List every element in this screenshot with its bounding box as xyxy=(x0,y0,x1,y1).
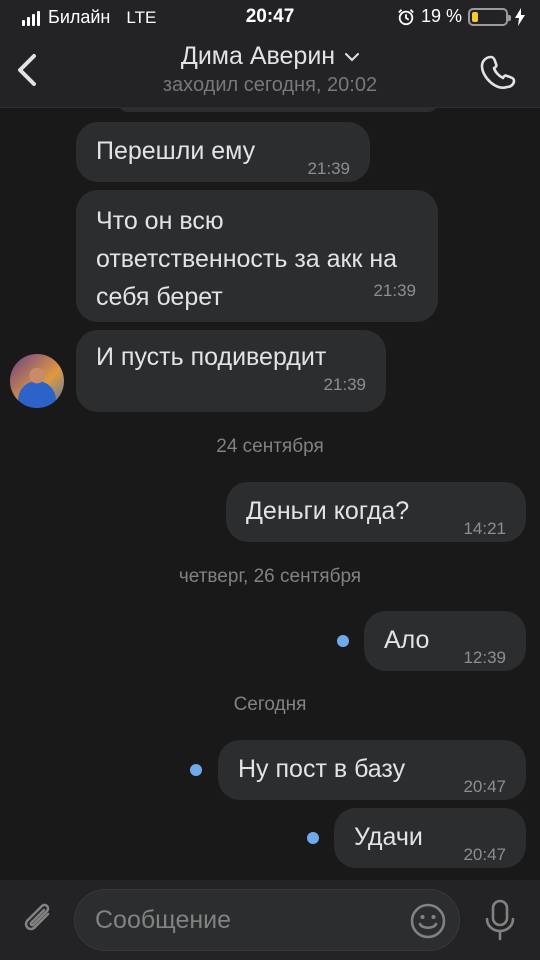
unread-indicator xyxy=(307,832,319,844)
message-bubble[interactable]: Перешли ему 21:39 xyxy=(76,122,370,182)
charging-icon xyxy=(515,7,525,26)
message-input[interactable] xyxy=(95,900,395,940)
message-bubble[interactable]: Удачи 20:47 xyxy=(334,808,526,868)
status-bar: Билайн LTE 20:47 19 % xyxy=(0,0,540,36)
chat-title[interactable]: Дима Аверин xyxy=(180,42,360,71)
avatar[interactable] xyxy=(10,354,64,408)
message-bubble[interactable]: Деньги когда? 14:21 xyxy=(226,482,526,542)
message-text: Перешли ему xyxy=(96,137,256,165)
message-time: 20:47 xyxy=(463,777,506,796)
date-separator: 24 сентября xyxy=(216,436,324,457)
message-text: Что он всю ответственность за акк на себ… xyxy=(96,207,398,311)
date-separator: Сегодня xyxy=(233,694,307,715)
message-bubble[interactable]: Что он всю ответственность за акк на себ… xyxy=(76,190,438,322)
message-bubble[interactable]: И пусть подивердит 21:39 xyxy=(76,330,386,412)
message-field[interactable] xyxy=(74,889,460,951)
message-bubble[interactable]: Ало 12:39 xyxy=(364,611,526,671)
message-time: 20:47 xyxy=(463,845,506,864)
phone-icon[interactable] xyxy=(480,52,520,92)
battery-percent: 19 % xyxy=(420,6,462,26)
message-time: 14:21 xyxy=(463,519,506,538)
message-text: Ну пост в базу xyxy=(238,755,406,783)
date-separator: четверг, 26 сентября xyxy=(178,566,362,587)
contact-name: Дима Аверин xyxy=(180,42,336,70)
message-bubble[interactable]: Ну пост в базу 20:47 xyxy=(218,740,526,800)
message-time: 21:39 xyxy=(323,375,366,394)
message-text: Деньги когда? xyxy=(246,497,410,525)
battery-icon xyxy=(468,7,511,26)
chat-title-area[interactable]: Дима Аверин заходил сегодня, 20:02 xyxy=(0,42,540,97)
alarm-icon xyxy=(398,8,414,25)
message-text: И пусть подивердит xyxy=(96,343,327,371)
unread-indicator xyxy=(190,764,202,776)
message-bubble-partial xyxy=(118,108,438,112)
last-seen: заходил сегодня, 20:02 xyxy=(162,74,378,96)
battery-level xyxy=(472,11,478,22)
message-text: Ало xyxy=(384,626,430,654)
message-list[interactable]: Перешли ему 21:39 Что он всю ответственн… xyxy=(0,108,540,880)
unread-indicator xyxy=(337,635,349,647)
message-time: 12:39 xyxy=(463,648,506,667)
chat-header: Дима Аверин заходил сегодня, 20:02 xyxy=(0,36,540,108)
chevron-down-icon xyxy=(345,52,360,61)
message-time: 21:39 xyxy=(307,159,350,178)
attach-icon[interactable] xyxy=(18,900,58,940)
mic-icon[interactable] xyxy=(480,898,520,942)
message-text: Удачи xyxy=(354,823,423,851)
composer-bar xyxy=(0,880,540,960)
emoji-icon[interactable] xyxy=(409,902,447,940)
status-right: 19 % xyxy=(397,6,526,27)
message-time: 21:39 xyxy=(373,281,416,300)
chat-screen: Билайн LTE 20:47 19 % Дима Аверин заходи… xyxy=(0,0,540,960)
